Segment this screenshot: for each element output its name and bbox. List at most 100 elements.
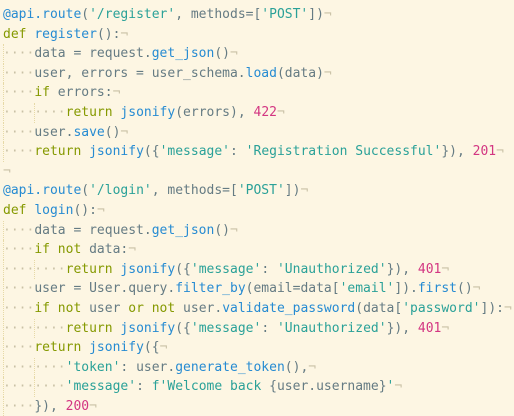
code-line[interactable]: ····user = User.query.filter_by(email=da…: [3, 279, 514, 299]
code-line[interactable]: ¬: [3, 162, 514, 182]
code-token: user, errors = user_schema.: [34, 65, 246, 81]
code-token: validate_password: [222, 300, 356, 316]
code-line[interactable]: ····return jsonify({'message': 'Registra…: [3, 142, 514, 162]
end-of-line-marker: ¬: [441, 320, 450, 336]
code-token: ({: [175, 320, 191, 336]
code-token: user.: [183, 300, 223, 316]
code-token: filter_by: [175, 281, 246, 297]
indent-guide: [34, 377, 36, 397]
indent-guide: [3, 357, 4, 378]
code-token: (): [104, 124, 121, 140]
code-line[interactable]: ········return jsonify({'message': 'Unau…: [3, 318, 514, 339]
code-line[interactable]: ····user, errors = user_schema.load(data…: [3, 63, 514, 84]
code-token: }),: [386, 261, 418, 277]
code-line[interactable]: ········return jsonify({'message': 'Unau…: [3, 259, 514, 280]
code-line[interactable]: ····data = request.get_json()¬: [3, 44, 514, 64]
code-token: (data): [276, 65, 324, 81]
indent-whitespace-marker: ····: [3, 300, 35, 316]
code-token: }),: [386, 320, 418, 336]
indent-guide: [3, 298, 4, 319]
indent-whitespace-marker: ····: [3, 124, 35, 140]
code-line[interactable]: def login():¬: [3, 201, 514, 221]
indent-whitespace-marker: ····: [3, 144, 35, 160]
code-token: get_json: [151, 222, 215, 238]
code-token: data:: [89, 242, 129, 258]
indent-guide: [3, 220, 4, 241]
code-token: {user.username}: [269, 379, 387, 395]
code-line[interactable]: def register():¬: [3, 25, 514, 45]
code-token: (): [214, 222, 230, 238]
code-token: data = request.: [34, 46, 152, 62]
indent-whitespace-marker: ····: [3, 242, 35, 258]
code-token: ]): [284, 183, 301, 199]
code-line[interactable]: ········'token': user.generate_token(),¬: [3, 357, 514, 378]
end-of-line-marker: ¬: [128, 242, 137, 258]
code-line[interactable]: ····return jsonify({¬: [3, 338, 514, 358]
code-token: jsonify: [89, 340, 144, 356]
indent-guide: [3, 377, 4, 397]
code-token: ({: [175, 261, 191, 277]
code-line[interactable]: ····if errors:¬: [3, 83, 514, 103]
code-line[interactable]: ····}), 200¬: [3, 396, 514, 416]
code-token: 'POST': [237, 183, 285, 199]
code-token: 'Unauthorized': [276, 261, 387, 277]
code-token: register: [34, 26, 97, 42]
code-token: 'email': [339, 281, 395, 297]
end-of-line-marker: ¬: [496, 144, 504, 160]
code-token: load: [245, 65, 277, 81]
code-token: 401: [417, 261, 442, 277]
code-line[interactable]: ····data = request.get_json()¬: [3, 220, 514, 241]
indent-guide: [3, 396, 4, 416]
code-line[interactable]: ····if not user or not user.validate_pas…: [3, 298, 514, 319]
code-token: jsonify: [120, 320, 176, 336]
code-editor[interactable]: @api.route('/register', methods=['POST']…: [0, 0, 514, 416]
code-token: return: [65, 104, 121, 120]
indent-whitespace-marker: ····: [3, 46, 35, 62]
code-token: return: [65, 261, 121, 277]
code-line[interactable]: ········return jsonify(errors), 422¬: [3, 102, 514, 123]
code-token: @api.route: [3, 7, 82, 22]
end-of-line-marker: ¬: [323, 65, 332, 81]
indent-guide: [34, 357, 36, 378]
code-line[interactable]: ····user.save()¬: [3, 122, 514, 143]
indent-whitespace-marker: ····: [3, 85, 35, 101]
code-line[interactable]: @api.route('/login', methods=['POST'])¬: [3, 181, 514, 201]
code-token: (errors),: [175, 104, 254, 120]
indent-guide: [3, 279, 4, 299]
code-token: f'Welcome back: [151, 379, 270, 395]
end-of-line-marker: ¬: [300, 183, 309, 199]
code-token: (),: [284, 359, 309, 375]
code-token: save: [73, 124, 105, 140]
indent-whitespace-marker: ····: [3, 340, 35, 356]
indent-guide: [3, 259, 4, 280]
indent-guide: [3, 338, 4, 358]
code-line[interactable]: ····if not data:¬: [3, 240, 514, 260]
code-token: if not: [34, 300, 90, 316]
end-of-line-marker: ¬: [472, 281, 481, 297]
code-token: return: [34, 144, 90, 160]
indent-guide: [3, 63, 4, 84]
code-token: , methods=[: [151, 183, 238, 199]
indent-whitespace-marker: ····: [3, 222, 35, 238]
code-token: : user.: [120, 359, 176, 375]
end-of-line-marker: ¬: [323, 7, 332, 22]
code-token: 401: [417, 320, 442, 336]
code-token: ({: [143, 144, 160, 160]
code-token: ():: [96, 26, 121, 42]
code-token: 'message': [190, 261, 262, 277]
code-token: 201: [472, 144, 497, 160]
code-token: return: [34, 340, 90, 356]
code-token: (): [214, 46, 230, 62]
code-line[interactable]: @api.route('/register', methods=['POST']…: [3, 5, 514, 25]
code-token: (email=data[: [245, 281, 340, 297]
code-line[interactable]: ········'message': f'Welcome back {user.…: [3, 377, 514, 397]
code-token: :: [230, 144, 246, 160]
indent-whitespace-marker: ····: [3, 65, 35, 81]
code-token: :: [136, 379, 152, 395]
indent-guide: [3, 318, 4, 339]
code-token: 'message': [159, 144, 231, 160]
end-of-line-marker: ¬: [503, 300, 512, 316]
code-token: 'Unauthorized': [276, 320, 387, 336]
code-token: (): [457, 281, 473, 297]
indent-guide: [3, 102, 4, 123]
